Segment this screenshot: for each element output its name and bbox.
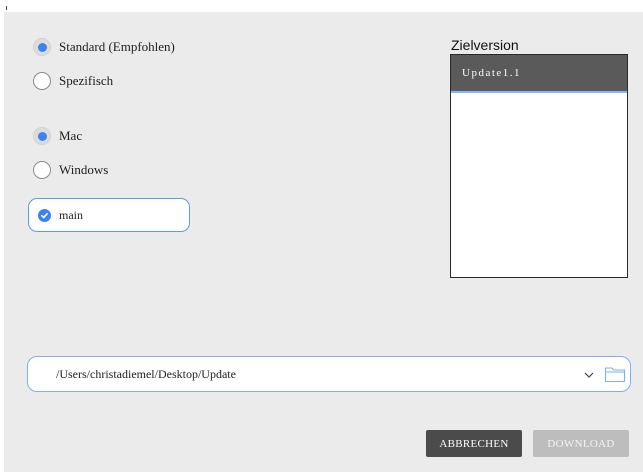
download-button[interactable]: DOWNLOAD [533, 430, 629, 457]
radio-specific[interactable]: Spezifisch [33, 70, 113, 92]
radio-standard-label: Standard (Empfohlen) [59, 39, 175, 54]
target-version-list[interactable]: Update1.1 [450, 54, 628, 278]
path-select[interactable]: /Users/christadiemel/Desktop/Update [27, 356, 631, 392]
radio-standard-indicator[interactable] [33, 38, 51, 56]
version-list-item[interactable]: Update1.1 [451, 55, 627, 93]
radio-windows[interactable]: Windows [33, 159, 108, 181]
radio-specific-indicator[interactable] [33, 72, 51, 90]
chevron-down-icon[interactable] [582, 362, 604, 387]
path-value: /Users/christadiemel/Desktop/Update [56, 366, 236, 381]
branch-label: main [59, 207, 83, 222]
cancel-button[interactable]: ABBRECHEN [426, 430, 522, 457]
radio-specific-label: Spezifisch [59, 73, 114, 88]
radio-standard[interactable]: Standard (Empfohlen) [33, 36, 175, 58]
branch-chip[interactable]: main [28, 198, 190, 232]
check-icon [38, 208, 51, 222]
radio-mac[interactable]: Mac [33, 125, 82, 147]
folder-icon[interactable] [604, 361, 630, 388]
radio-mac-indicator[interactable] [33, 127, 51, 145]
radio-mac-label: Mac [59, 128, 83, 143]
target-version-title: Zielversion [451, 37, 519, 53]
corner-tick [6, 6, 7, 10]
radio-windows-label: Windows [59, 162, 109, 177]
radio-windows-indicator[interactable] [33, 161, 51, 179]
